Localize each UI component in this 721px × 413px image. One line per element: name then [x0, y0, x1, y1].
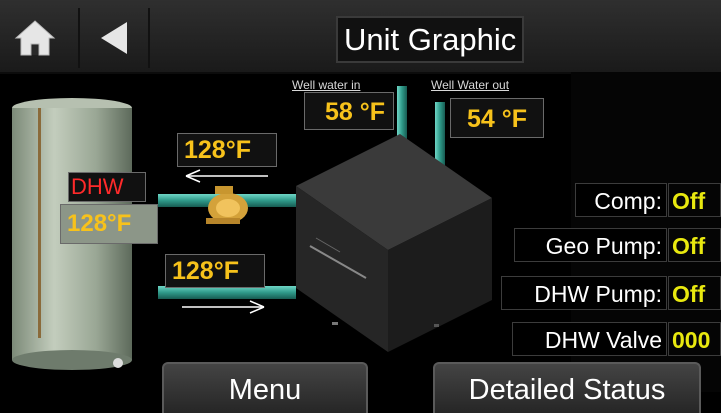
well-out-temp: 54 °F [450, 98, 544, 138]
back-arrow-icon [101, 22, 127, 54]
return-temp-value: 128 [172, 257, 214, 285]
return-temp-unit: °F [213, 257, 239, 285]
supply-temp-value: 128 [184, 136, 226, 164]
well-in-temp: 58 °F [304, 92, 394, 130]
geo-pump-status-value: Off [668, 228, 721, 262]
comp-status-value: Off [668, 183, 721, 217]
well-out-label: Well Water out [431, 78, 510, 92]
geo-pump-status-label: Geo Pump: [514, 228, 667, 262]
unit-graphic-screen: Unit Graphic DHW 128°F 128°F 128°F Well … [0, 0, 721, 413]
dhw-tank-temp-value: 128 [67, 210, 108, 237]
dhw-label: DHW [68, 172, 146, 202]
supply-temp-unit: °F [225, 136, 251, 164]
pump-icon [206, 186, 248, 224]
well-in-temp-unit: °F [359, 98, 386, 126]
dhw-tank-temp-unit: °F [107, 210, 132, 237]
well-out-temp-value: 54 [467, 105, 495, 133]
supply-temp: 128°F [177, 133, 277, 167]
back-button[interactable] [78, 8, 150, 68]
home-icon [14, 20, 56, 56]
well-in-label: Well water in [292, 78, 361, 92]
dhw-valve-status-value: 000 [668, 322, 721, 356]
comp-status-label: Comp: [575, 183, 667, 217]
header-bar: Unit Graphic [0, 0, 721, 74]
well-in-temp-value: 58 [325, 98, 353, 126]
menu-button[interactable]: Menu [162, 362, 368, 413]
system-graphic: DHW 128°F 128°F 128°F Well water in 58 °… [10, 78, 571, 388]
dhw-valve-status-label: DHW Valve [512, 322, 667, 356]
flow-arrow-right-icon [182, 300, 265, 314]
return-temp: 128°F [165, 254, 265, 288]
dhw-tank-temp: 128°F [60, 204, 158, 244]
dhw-pump-status-label: DHW Pump: [501, 276, 667, 310]
flow-arrow-left-icon [185, 169, 268, 183]
well-out-temp-unit: °F [501, 105, 528, 133]
dhw-pump-status-value: Off [668, 276, 721, 310]
page-title: Unit Graphic [336, 16, 525, 63]
detailed-status-button[interactable]: Detailed Status [433, 362, 701, 413]
heat-pump-unit [296, 134, 492, 352]
home-button[interactable] [2, 8, 68, 68]
